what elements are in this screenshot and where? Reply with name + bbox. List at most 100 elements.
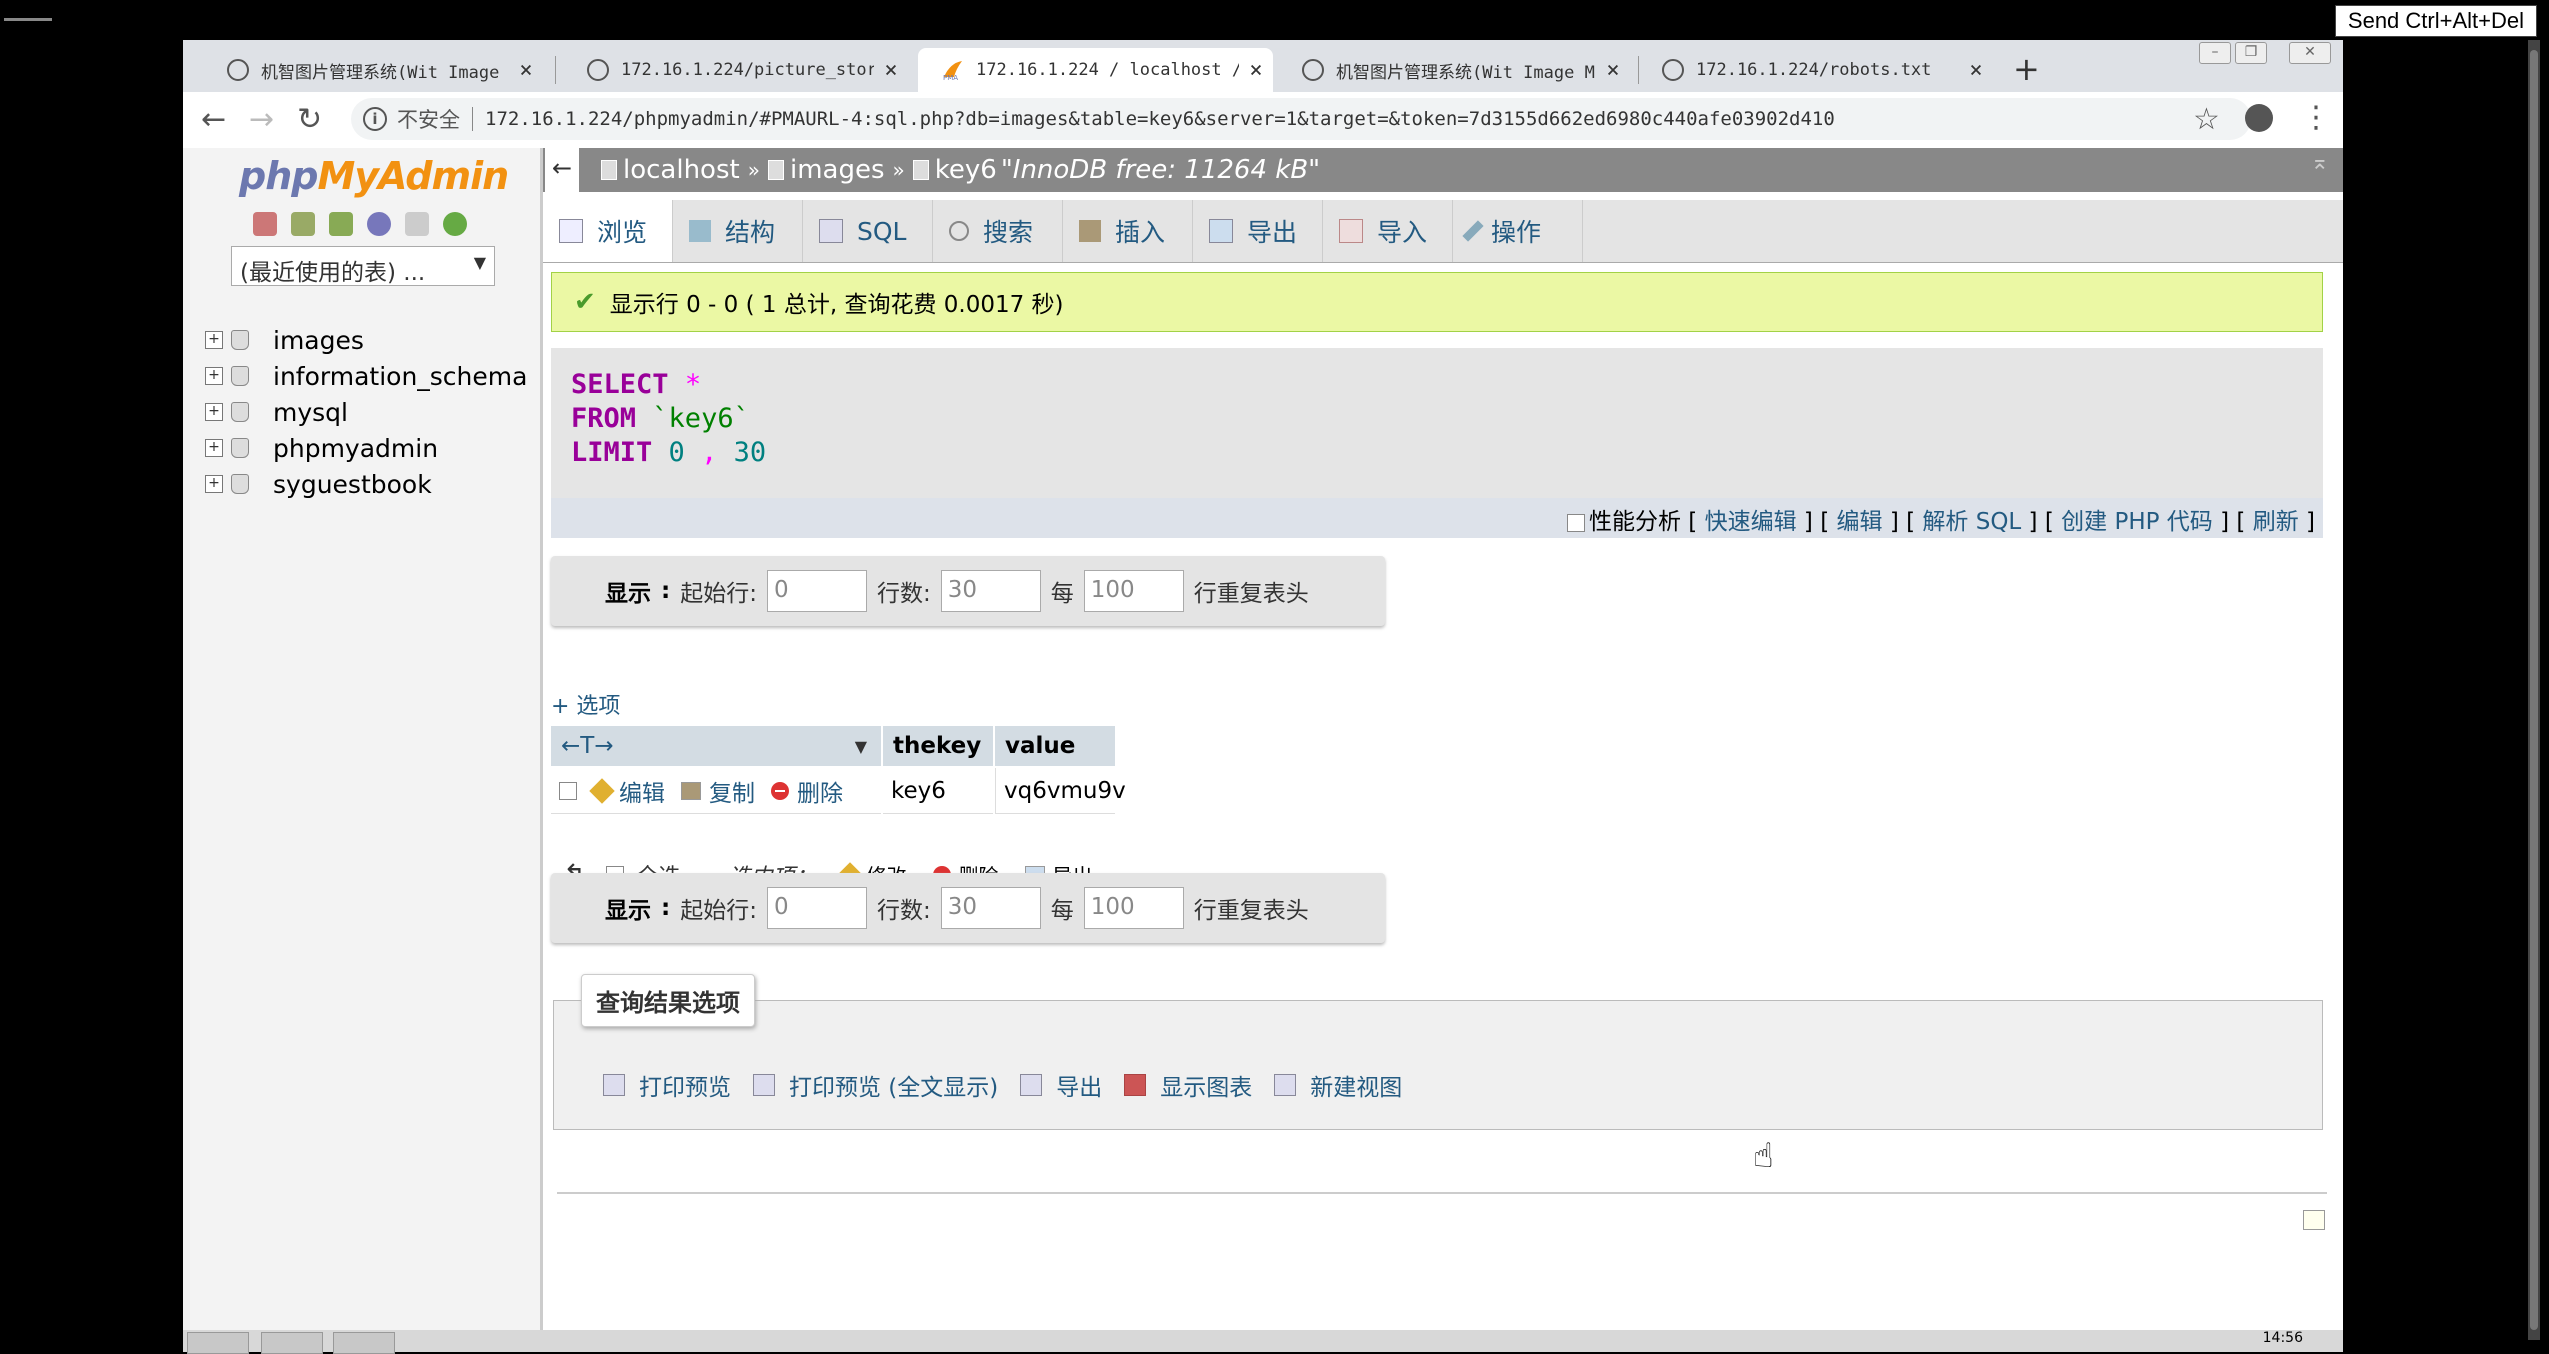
- sort-dropdown-icon[interactable]: ▼: [855, 737, 867, 756]
- sql-code[interactable]: SELECT * FROM `key6` LIMIT 0 , 30: [571, 368, 766, 470]
- header-thekey[interactable]: thekey: [883, 726, 993, 766]
- breadcrumb-table[interactable]: key6: [935, 155, 997, 185]
- logout-icon[interactable]: [329, 212, 353, 236]
- row-delete-link[interactable]: 删除: [771, 774, 843, 808]
- security-label[interactable]: 不安全: [397, 104, 460, 134]
- recent-tables-select[interactable]: (最近使用的表) ... ▼: [231, 246, 495, 286]
- phpmyadmin-icon: PMA: [942, 59, 964, 82]
- new-tab-button[interactable]: +: [2013, 50, 2040, 88]
- row-checkbox[interactable]: [559, 781, 577, 800]
- start-row-input[interactable]: 0: [766, 570, 867, 612]
- explain-sql-link[interactable]: 解析 SQL: [1922, 509, 2021, 535]
- db-item-information-schema[interactable]: + information_schema: [205, 358, 527, 394]
- db-item-syguestbook[interactable]: + syguestbook: [205, 466, 432, 502]
- start-button[interactable]: [187, 1332, 249, 1354]
- repeat-header-label: 行重复表头: [1193, 581, 1309, 607]
- per-label: 每: [1050, 898, 1074, 924]
- repeat-header-input[interactable]: 100: [1083, 887, 1184, 929]
- expand-icon[interactable]: +: [205, 331, 223, 349]
- browser-tab-3[interactable]: PMA 172.16.1.224 / localhost / im ×: [918, 48, 1273, 92]
- column-arrows-header[interactable]: ←T→ ▼: [551, 726, 881, 766]
- print-preview-link[interactable]: 打印预览: [603, 1068, 731, 1102]
- database-icon: [231, 438, 249, 458]
- close-icon[interactable]: ×: [1959, 58, 1993, 83]
- taskbar-chrome-icon[interactable]: [261, 1332, 323, 1354]
- expand-icon[interactable]: +: [205, 475, 223, 493]
- tab-operations[interactable]: 操作: [1453, 200, 1583, 262]
- reload-icon[interactable]: ↻: [297, 102, 322, 137]
- docs-icon[interactable]: [405, 212, 429, 236]
- expand-icon[interactable]: +: [205, 403, 223, 421]
- edit-link[interactable]: 编辑: [1837, 509, 1883, 535]
- taskbar-app-icon[interactable]: [333, 1332, 395, 1354]
- row-edit-link[interactable]: 编辑: [589, 774, 665, 808]
- tab-export[interactable]: 导出: [1193, 200, 1323, 262]
- profiling-checkbox[interactable]: [1566, 513, 1585, 532]
- close-icon[interactable]: ×: [1239, 58, 1273, 83]
- tab-bar: 浏览 结构 SQL 搜索 插入 导出 导入 操作: [543, 200, 2343, 263]
- info-icon[interactable]: i: [363, 107, 387, 131]
- cell-value[interactable]: vq6vmu9v: [995, 768, 1126, 814]
- cell-thekey[interactable]: key6: [883, 768, 993, 814]
- display-chart-link[interactable]: 显示图表: [1124, 1068, 1252, 1102]
- repeat-header-input[interactable]: 100: [1083, 570, 1184, 612]
- inline-edit-link[interactable]: 快速编辑: [1705, 509, 1797, 535]
- repeat-header-label: 行重复表头: [1193, 898, 1309, 924]
- close-icon[interactable]: ×: [1596, 58, 1630, 83]
- export-link[interactable]: 导出: [1020, 1068, 1102, 1102]
- tab-title: 机智图片管理系统(Wit Image Ma: [261, 62, 509, 83]
- forward-icon[interactable]: →: [249, 102, 274, 137]
- create-php-code-link[interactable]: 创建 PHP 代码: [2061, 509, 2213, 535]
- browser-tab-4[interactable]: 机智图片管理系统(Wit Image Ma ×: [1278, 48, 1630, 92]
- header-value[interactable]: value: [995, 726, 1115, 766]
- expand-icon[interactable]: +: [205, 439, 223, 457]
- expand-icon[interactable]: +: [205, 367, 223, 385]
- tab-browse[interactable]: 浏览: [543, 200, 673, 262]
- tab-sql[interactable]: SQL: [803, 200, 933, 262]
- browser-tab-5[interactable]: 172.16.1.224/robots.txt ×: [1638, 48, 1993, 92]
- start-row-input[interactable]: 0: [766, 887, 867, 929]
- reload-nav-icon[interactable]: [443, 212, 467, 236]
- menu-icon[interactable]: ⋮: [2301, 100, 2331, 135]
- refresh-link[interactable]: 刷新: [2253, 509, 2299, 535]
- breadcrumb-database[interactable]: images: [790, 155, 885, 185]
- window-close-icon[interactable]: ✕: [2289, 42, 2331, 64]
- create-view-link[interactable]: 新建视图: [1274, 1068, 1402, 1102]
- db-item-images[interactable]: + images: [205, 322, 364, 358]
- db-item-mysql[interactable]: + mysql: [205, 394, 348, 430]
- close-icon[interactable]: ×: [509, 58, 543, 83]
- print-preview-full-link[interactable]: 打印预览 (全文显示): [753, 1068, 998, 1102]
- help-icon[interactable]: [367, 212, 391, 236]
- row-copy-link[interactable]: 复制: [681, 774, 755, 808]
- url-text[interactable]: 172.16.1.224/phpmyadmin/#PMAURL-4:sql.ph…: [485, 108, 1835, 130]
- breadcrumb-server[interactable]: localhost: [623, 155, 740, 185]
- browser-tab-2[interactable]: 172.16.1.224/picture_storage ×: [563, 48, 908, 92]
- home-icon[interactable]: [253, 212, 277, 236]
- collapse-nav-icon[interactable]: ←: [545, 148, 579, 192]
- sql-query-icon[interactable]: [291, 212, 315, 236]
- minimize-icon[interactable]: –: [2199, 42, 2231, 64]
- vertical-scrollbar[interactable]: [2528, 40, 2540, 1340]
- tab-import[interactable]: 导入: [1323, 200, 1453, 262]
- restore-icon[interactable]: ❐: [2235, 42, 2267, 64]
- phpmyadmin-logo[interactable]: phpMyAdmin: [239, 154, 509, 198]
- export-icon: [1209, 219, 1233, 243]
- main-panel: ← localhost » images » key6 "InnoDB free…: [543, 148, 2343, 1352]
- close-icon[interactable]: ×: [874, 58, 908, 83]
- tab-structure[interactable]: 结构: [673, 200, 803, 262]
- tab-insert[interactable]: 插入: [1063, 200, 1193, 262]
- browser-tab-1[interactable]: 机智图片管理系统(Wit Image Ma ×: [203, 48, 543, 92]
- options-link[interactable]: + 选项: [551, 688, 620, 720]
- collapse-top-icon[interactable]: ⌅: [2311, 150, 2329, 175]
- rows-input[interactable]: 30: [940, 887, 1041, 929]
- star-icon[interactable]: ☆: [2193, 102, 2220, 137]
- rows-input[interactable]: 30: [940, 570, 1041, 612]
- address-bar[interactable]: i 不安全 172.16.1.224/phpmyadmin/#PMAURL-4:…: [351, 98, 2251, 140]
- send-ctrl-alt-del-button[interactable]: Send Ctrl+Alt+Del: [2334, 5, 2537, 37]
- account-icon[interactable]: [2245, 104, 2273, 132]
- console-icon[interactable]: [2303, 1210, 2325, 1230]
- tab-search[interactable]: 搜索: [933, 200, 1063, 262]
- wrench-icon: [1462, 220, 1484, 242]
- back-icon[interactable]: ←: [201, 102, 226, 137]
- db-item-phpmyadmin[interactable]: + phpmyadmin: [205, 430, 438, 466]
